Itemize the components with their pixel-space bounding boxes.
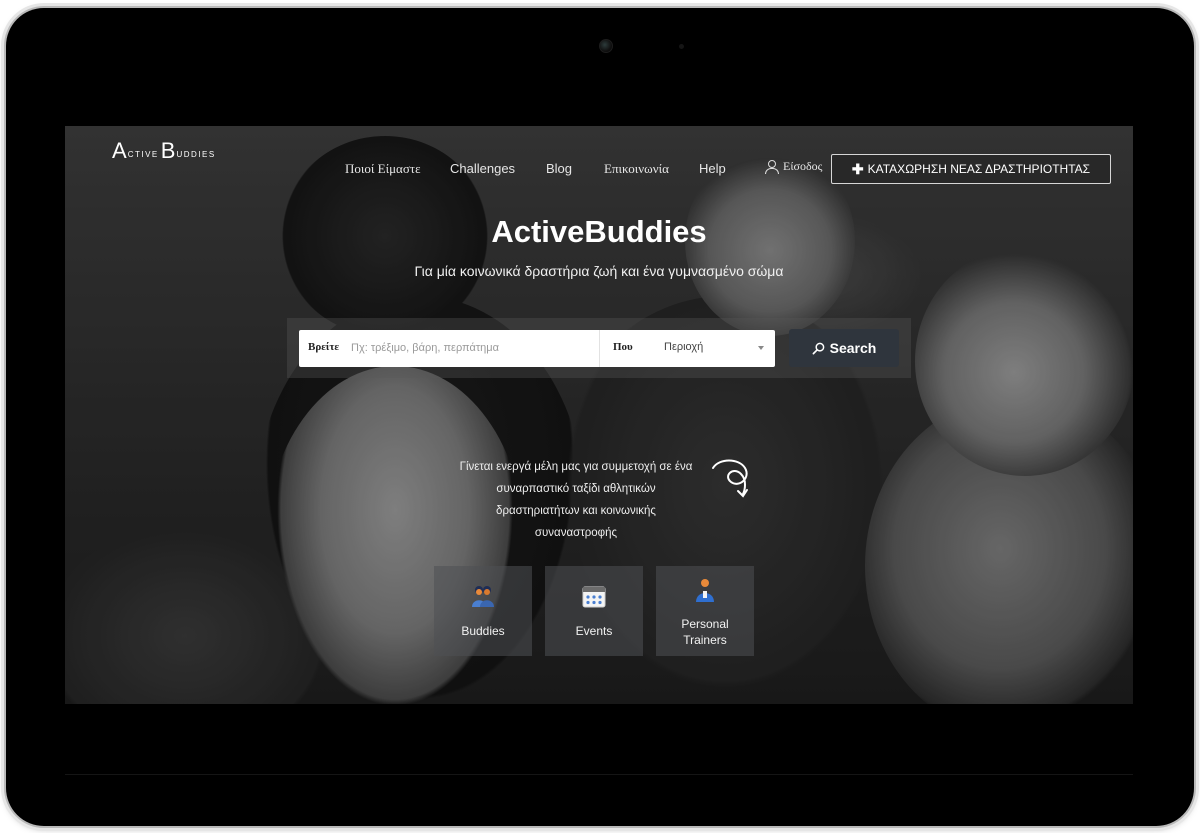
nav-about[interactable]: Ποιοί Είμαστε <box>345 161 421 177</box>
website-screen: A CTIVE B UDDIES Ποιοί Είμαστε Challenge… <box>65 126 1133 704</box>
join-line-1: Γίνεται ενεργά μέλη μας για συμμετοχή σε… <box>459 461 693 473</box>
login-link[interactable]: Είσοδος <box>765 159 822 174</box>
login-label: Είσοδος <box>783 159 823 173</box>
search-button[interactable]: Search <box>789 329 899 367</box>
card-personal-label: Personal <box>681 617 729 631</box>
swirl-arrow-icon <box>712 459 748 498</box>
join-description: Γίνεται ενεργά μέλη μας για συμμετοχή σε… <box>439 456 713 544</box>
card-buddies[interactable]: Buddies <box>434 566 532 656</box>
add-activity-button[interactable]: ✚ ΚΑΤΑΧΩΡΗΣΗ ΝΕΑΣ ΔΡΑΣΤΗΡΙΟΤΗΤΑΣ <box>831 154 1111 184</box>
camera-icon <box>599 39 613 53</box>
area-select[interactable]: Περιοχή <box>664 341 703 353</box>
nav-contact[interactable]: Επικοινωνία <box>604 161 669 177</box>
card-trainers-label: Trainers <box>683 633 727 647</box>
personal-trainer-icon <box>696 579 714 602</box>
card-personal-trainers-label: Personal Trainers <box>656 616 754 648</box>
card-buddies-label: Buddies <box>461 624 505 638</box>
nav-help[interactable]: Help <box>699 161 726 176</box>
add-activity-label: ΚΑΤΑΧΩΡΗΣΗ ΝΕΑΣ ΔΡΑΣΤΗΡΙΟΤΗΤΑΣ <box>867 162 1091 176</box>
find-label: Βρείτε <box>308 341 340 353</box>
where-label: Που <box>613 341 633 353</box>
user-icon <box>765 159 779 174</box>
search-button-label: Search <box>829 340 877 356</box>
card-personal-trainers[interactable]: Personal Trainers <box>656 566 754 656</box>
join-line-3: δραστηριατήτων και κοινωνικής <box>496 505 656 517</box>
nav-blog[interactable]: Blog <box>546 161 572 176</box>
nav-challenges[interactable]: Challenges <box>450 161 515 176</box>
buddies-icon <box>472 586 494 607</box>
screen-bottom-area <box>65 704 1133 775</box>
search-divider <box>599 330 600 367</box>
activity-search-input[interactable] <box>351 338 591 358</box>
join-line-4: συναναστροφής <box>534 527 618 539</box>
events-icon <box>582 586 606 608</box>
chevron-down-icon[interactable] <box>758 346 764 350</box>
join-line-2: συναρπαστικό ταξίδι αθλητικών <box>496 483 656 495</box>
card-events[interactable]: Events <box>545 566 643 656</box>
hero-title: ActiveBuddies <box>491 214 707 249</box>
search-form: Βρείτε Που Περιοχή <box>299 330 775 367</box>
plus-icon: ✚ <box>851 160 864 177</box>
sensor-dot <box>679 44 684 49</box>
hero-subtitle: Για μία κοινωνικά δραστήρια ζωή και ένα … <box>414 263 784 279</box>
card-events-label: Events <box>575 624 613 638</box>
search-icon <box>812 342 824 354</box>
